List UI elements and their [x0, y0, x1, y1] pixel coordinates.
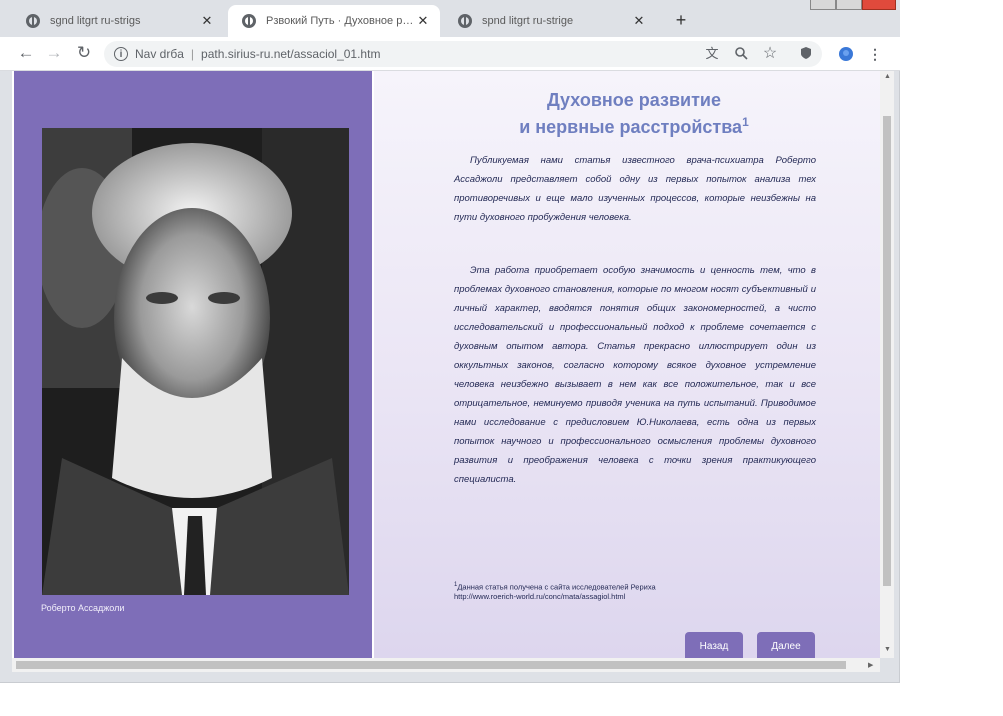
tab-3[interactable]: spnd litgrt ru-strige ✕: [444, 5, 656, 37]
close-tab-icon[interactable]: ✕: [632, 13, 646, 29]
horizontal-scroll-thumb[interactable]: [16, 661, 846, 669]
footnote-text: Данная статья получена с сайта исследова…: [457, 582, 656, 592]
maximize-button[interactable]: [836, 0, 862, 10]
vertical-scroll-thumb[interactable]: [883, 116, 891, 586]
page-title: Духовное развитие и нервные расстройства…: [434, 89, 834, 138]
intro-paragraph: Публикуемая нами статья известного врача…: [454, 155, 816, 223]
portrait-photo: [42, 128, 349, 595]
footnote: 1Данная статья получена с сайта исследов…: [454, 581, 816, 601]
browser-toolbar: ← → ↻ i Nav drбa | path.sirius-ru.net/as…: [0, 37, 900, 71]
scroll-right-arrow-icon[interactable]: ▶: [868, 661, 873, 669]
globe-icon: [242, 14, 256, 28]
vertical-scrollbar[interactable]: ▲ ▼: [880, 71, 894, 658]
kebab-menu-icon[interactable]: ⋮: [867, 46, 883, 62]
tab-title: spnd litgrt ru-strige: [482, 15, 574, 27]
info-icon[interactable]: i: [114, 47, 128, 61]
title-line-1: Духовное развитие: [547, 90, 721, 110]
close-tab-icon[interactable]: ✕: [416, 13, 430, 29]
close-tab-icon[interactable]: ✕: [200, 13, 214, 29]
new-tab-button[interactable]: +: [670, 9, 692, 31]
scroll-up-arrow-icon[interactable]: ▲: [884, 73, 891, 80]
photo-caption: Роберто Ассаджоли: [41, 603, 125, 613]
horizontal-scrollbar[interactable]: ▶: [12, 658, 880, 672]
tab-title: Рзвокий Путь · Духовное разв: [266, 15, 416, 27]
tab-2-active[interactable]: Рзвокий Путь · Духовное разв ✕: [228, 5, 440, 37]
browser-window: sgnd litgrt ru-strigs ✕ Рзвокий Путь · Д…: [0, 0, 900, 683]
bookmark-star-icon[interactable]: ☆: [762, 46, 778, 62]
zoom-icon[interactable]: [733, 46, 749, 62]
tab-title: sgnd litgrt ru-strigs: [50, 15, 141, 27]
close-window-button[interactable]: [862, 0, 896, 10]
globe-icon: [458, 14, 472, 28]
title-line-2: и нервные расстройства1: [519, 115, 749, 137]
page-viewport: Роберто Ассаджоли Духовное развитие и не…: [12, 71, 880, 658]
security-label: Nav drбa: [135, 47, 184, 61]
main-paragraph: Эта работа приобретает особую значимость…: [454, 265, 816, 485]
next-nav-button[interactable]: Далее: [757, 632, 815, 658]
back-button[interactable]: ←: [14, 41, 38, 65]
forward-button[interactable]: →: [42, 41, 66, 65]
title-footnote-mark[interactable]: 1: [742, 115, 749, 129]
profile-icon[interactable]: [838, 46, 854, 62]
translate-icon[interactable]: 文: [704, 46, 720, 62]
footnote-link[interactable]: http://www.roerich-world.ru/conc/mata/as…: [454, 592, 816, 601]
globe-icon: [26, 14, 40, 28]
back-nav-button[interactable]: Назад: [685, 632, 743, 658]
reload-button[interactable]: ↻: [72, 41, 96, 65]
article-panel: Духовное развитие и нервные расстройства…: [374, 71, 880, 658]
tab-1[interactable]: sgnd litgrt ru-strigs ✕: [12, 5, 224, 37]
minimize-button[interactable]: [810, 0, 836, 10]
tab-strip: sgnd litgrt ru-strigs ✕ Рзвокий Путь · Д…: [0, 0, 900, 37]
scroll-down-arrow-icon[interactable]: ▼: [884, 646, 891, 653]
url-text[interactable]: path.sirius-ru.net/assaciol_01.htm: [201, 47, 380, 61]
extension-icon[interactable]: [798, 46, 814, 62]
left-photo-panel: Роберто Ассаджоли: [14, 71, 372, 658]
url-separator: |: [190, 47, 195, 61]
